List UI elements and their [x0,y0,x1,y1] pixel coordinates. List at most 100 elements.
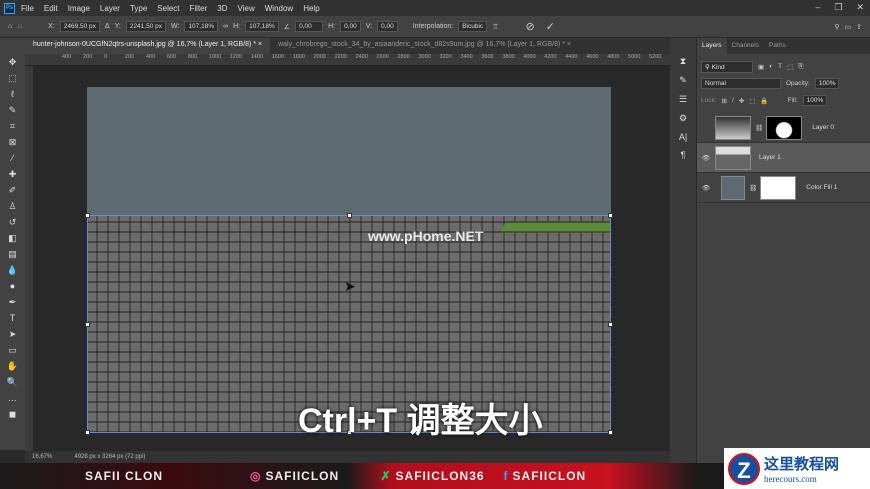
zoom-tool-icon[interactable]: 🔍 [7,376,18,389]
path-select-tool-icon[interactable]: ➤ [9,328,17,341]
link-icon[interactable]: ∞ [223,23,228,30]
lock-position-icon[interactable]: ✥ [739,97,744,105]
layer-row-color-fill-1[interactable]: 👁 ⛓ Color Fill 1 [697,173,870,203]
x-field[interactable]: 2469,50 px [59,21,100,32]
adjustments-icon[interactable]: ☰ [679,94,687,105]
home-icon[interactable]: ⌂ [8,23,12,30]
zoom-level[interactable]: 16,67% [32,454,52,460]
move-tool-icon[interactable]: ✥ [9,56,17,69]
character-icon[interactable]: A| [679,132,687,142]
pen-tool-icon[interactable]: ✒ [9,296,17,309]
layer-name[interactable]: Layer 0 [812,124,834,131]
tab-paths[interactable]: Paths [764,38,791,54]
search-icon[interactable]: ⚲ [834,23,839,31]
opacity-field[interactable]: 100% [814,78,840,89]
fill-field[interactable]: 100% [802,95,828,106]
menu-3d[interactable]: 3D [217,4,227,13]
menu-help[interactable]: Help [303,4,319,13]
lasso-tool-icon[interactable]: ℓ [11,88,14,101]
hskew-field[interactable]: 0,00 [340,21,361,32]
menu-edit[interactable]: Edit [44,4,58,13]
interpolation-select[interactable]: Bicubic [458,21,488,32]
warp-icon[interactable]: ♖ [492,23,498,31]
brush-settings-icon[interactable]: ✎ [679,75,687,86]
transform-handle[interactable] [608,430,613,435]
filter-adjustment-icon[interactable]: ◐ [769,63,773,70]
layer-filter-kind[interactable]: ⚲ Kind [701,60,753,73]
crop-tool-icon[interactable]: ⌗ [10,120,15,133]
eye-icon[interactable]: 👁 [697,184,715,192]
dodge-tool-icon[interactable]: ● [10,280,15,293]
transform-handle[interactable] [85,322,90,327]
eraser-tool-icon[interactable]: ◧ [8,232,17,245]
chain-icon[interactable]: ⛓ [755,124,763,132]
transform-handle[interactable] [85,430,90,435]
commit-transform-icon[interactable]: ✓ [546,20,555,33]
delta-icon[interactable]: Δ [105,23,110,30]
layer-name[interactable]: Color Fill 1 [806,184,837,191]
paragraph-icon[interactable]: ¶ [681,150,686,160]
libraries-icon[interactable]: ⚙ [679,113,687,124]
menu-select[interactable]: Select [157,4,179,13]
layer-name[interactable]: Layer 1 [759,154,781,161]
fill-color-thumbnail[interactable] [721,175,745,200]
transform-handle[interactable] [608,213,613,218]
transform-handle[interactable] [85,213,90,218]
mask-thumbnail[interactable] [766,115,803,140]
blend-mode-select[interactable]: Normal [701,78,781,89]
vskew-field[interactable]: 0,00 [377,21,398,32]
y-field[interactable]: 2241,50 px [125,21,166,32]
stamp-tool-icon[interactable]: ♙ [8,200,16,213]
cancel-transform-icon[interactable]: ⊘ [525,20,534,33]
lock-artboard-icon[interactable]: ⬚ [749,97,755,105]
brush-tool-icon[interactable]: ✐ [9,184,17,197]
healing-tool-icon[interactable]: ✚ [9,168,17,181]
menu-window[interactable]: Window [265,4,293,13]
lock-paint-icon[interactable]: / [732,97,734,104]
share-icon[interactable]: ⇪ [856,23,862,31]
more-tools-icon[interactable]: … [8,392,17,405]
filter-shape-icon[interactable]: ⬚ [787,63,793,71]
tab-document-1[interactable]: hunter-johnson-0UCGfN2qtrs-unsplash.jpg … [25,38,271,54]
close-icon[interactable]: ✕ [856,2,864,13]
type-tool-icon[interactable]: T [10,312,16,325]
restore-icon[interactable]: ❐ [834,2,842,13]
lock-all-icon[interactable]: 🔒 [760,97,768,105]
filter-pixel-icon[interactable]: ▣ [758,63,764,71]
chain-icon[interactable]: ⛓ [749,184,757,192]
menu-view[interactable]: View [238,4,255,13]
quick-select-tool-icon[interactable]: ✎ [9,104,17,117]
width-field[interactable]: 107,18% [184,21,219,32]
layer-row-layer-0[interactable]: ⛓ Layer 0 [697,113,870,143]
history-icon[interactable]: ⧗ [680,56,686,67]
menu-layer[interactable]: Layer [100,4,120,13]
minimize-icon[interactable]: – [815,2,820,13]
blur-tool-icon[interactable]: 💧 [7,264,18,277]
tab-channels[interactable]: Channels [727,38,764,54]
angle-field[interactable]: 0,00 [295,21,324,32]
workspace-icon[interactable]: ▭ [845,23,852,31]
eyedropper-tool-icon[interactable]: ⁄ [12,152,14,165]
gradient-tool-icon[interactable]: ▤ [8,248,17,261]
menu-type[interactable]: Type [130,4,147,13]
history-brush-icon[interactable]: ↺ [9,216,17,229]
height-field[interactable]: 107,18% [245,21,279,32]
color-swatches[interactable]: ◼ [9,408,16,421]
frame-tool-icon[interactable]: ⊠ [9,136,17,149]
hand-tool-icon[interactable]: ✋ [7,360,18,373]
menu-filter[interactable]: Filter [190,4,208,13]
layer-row-layer-1[interactable]: 👁 Layer 1 [697,143,870,173]
tab-layers[interactable]: Layers [697,38,727,54]
lock-pixels-icon[interactable]: ⊞ [722,97,727,105]
eye-icon[interactable]: 👁 [697,154,715,162]
filter-smart-icon[interactable]: ⎘ [798,63,803,71]
tab-document-2[interactable]: waly_chrobrego_stock_34_by_asiaanderic_s… [270,38,579,54]
menu-file[interactable]: File [21,4,34,13]
transform-handle[interactable] [608,322,613,327]
shape-tool-icon[interactable]: ▭ [8,344,17,357]
marquee-tool-icon[interactable]: ⬚ [8,72,17,85]
transform-handle[interactable] [347,213,352,218]
reference-point-icon[interactable]: ⁙ [17,23,23,31]
menu-image[interactable]: Image [68,4,90,13]
filter-type-icon[interactable]: T [778,63,782,70]
